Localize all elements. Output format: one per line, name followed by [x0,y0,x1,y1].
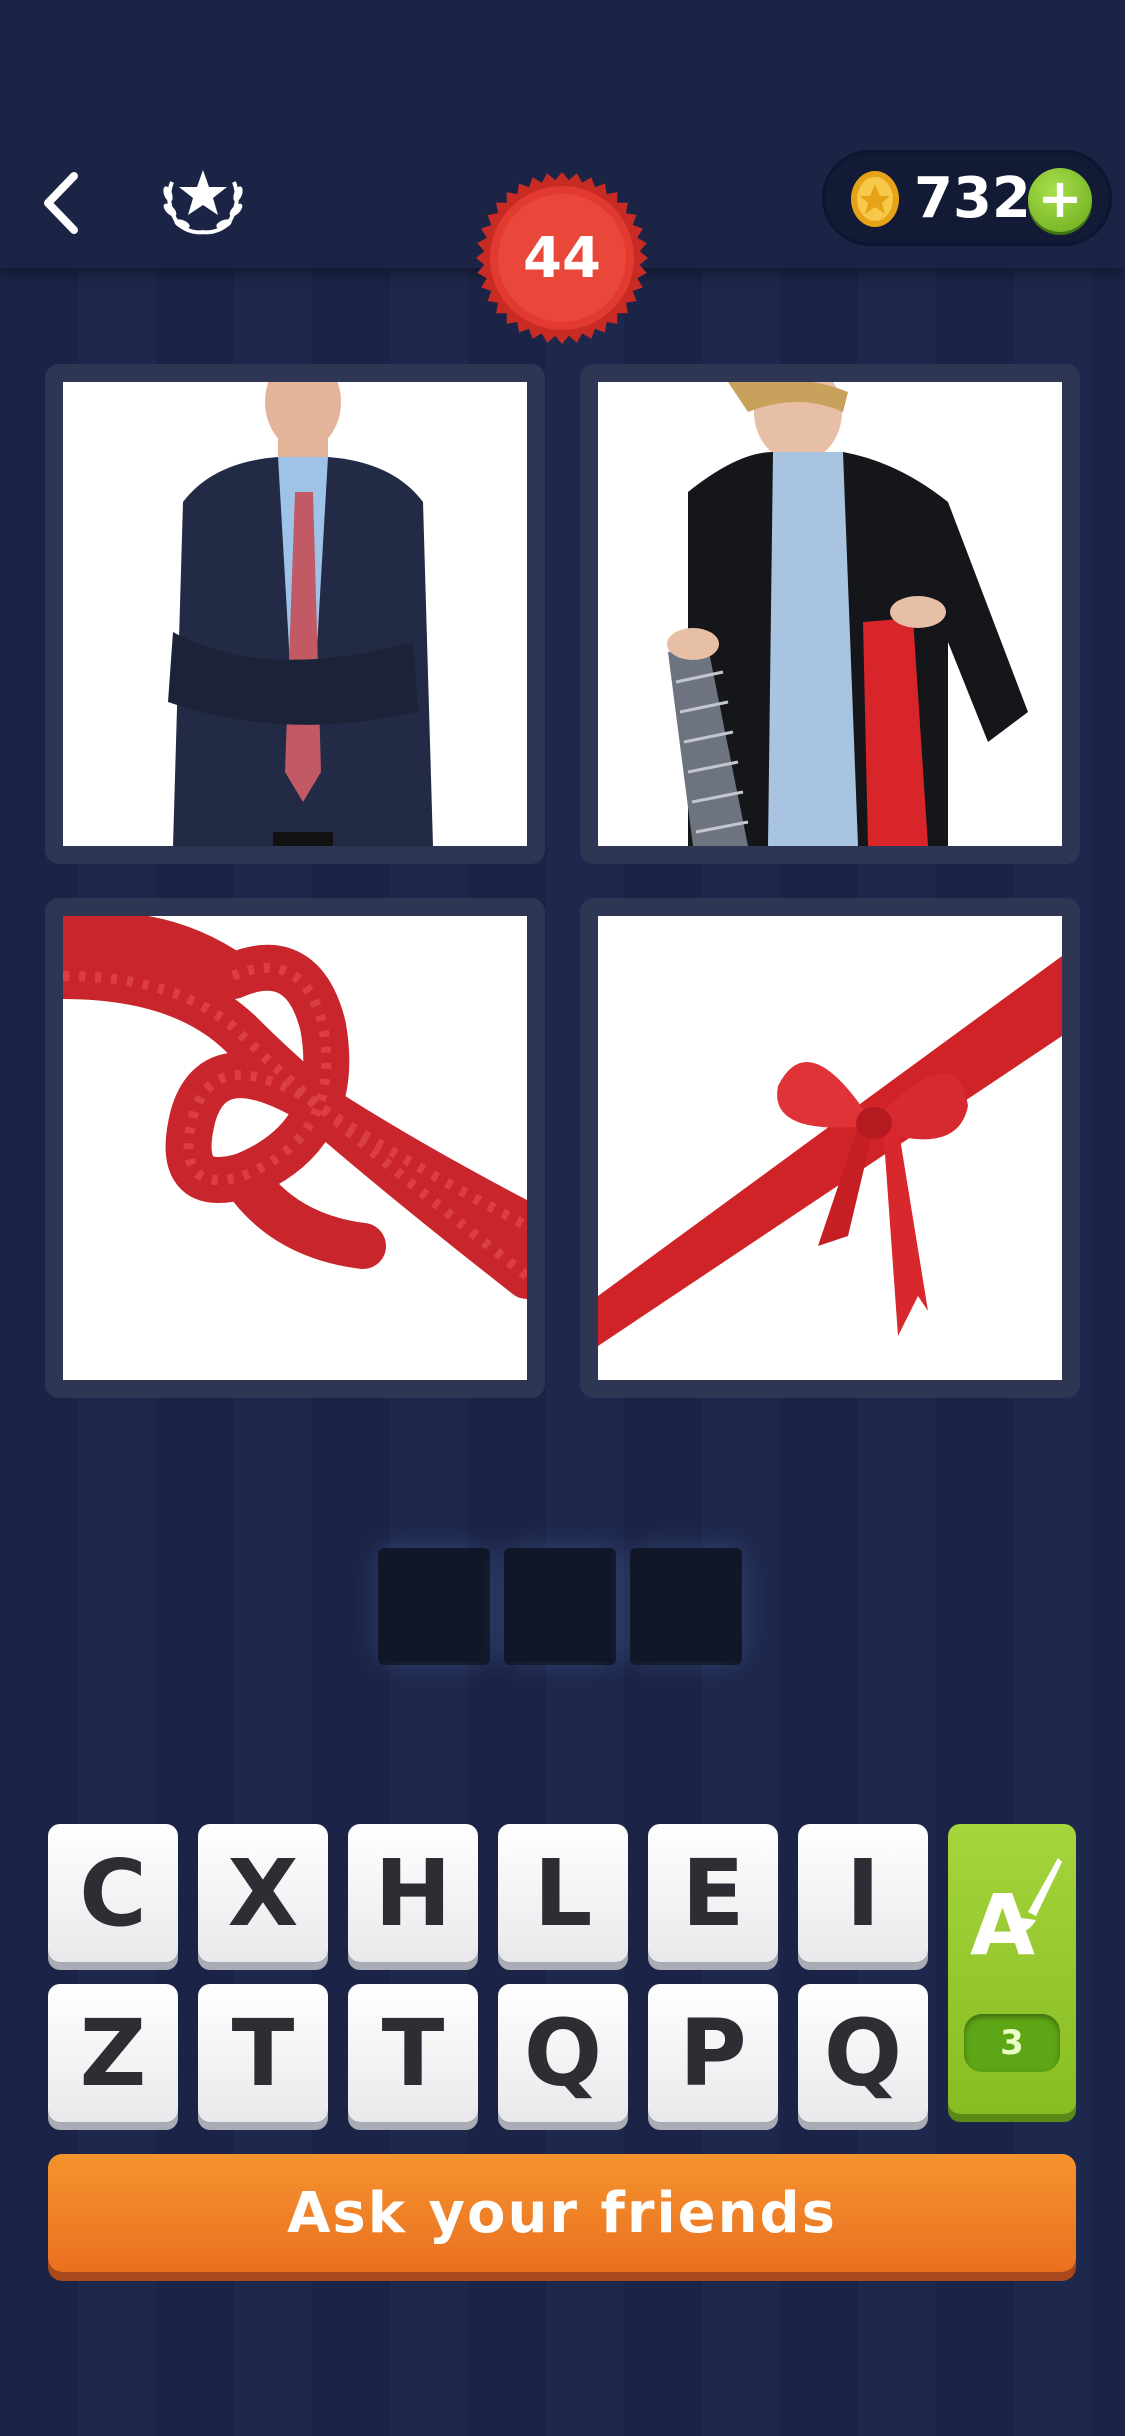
picture-1[interactable] [45,364,545,864]
chevron-left-icon [44,172,78,234]
coin-balance[interactable]: 732 + [822,150,1112,246]
answer-slot-3[interactable] [630,1548,742,1662]
picture-man-holding-ties [598,382,1062,846]
picture-man-in-suit [63,382,527,846]
answer-slot-2[interactable] [504,1548,616,1662]
letter-key[interactable]: H [348,1824,478,1962]
letter-key[interactable]: L [498,1824,628,1962]
letter-key[interactable]: P [648,1984,778,2122]
picture-2[interactable] [580,364,1080,864]
back-button[interactable] [36,168,92,238]
add-coins-button[interactable]: + [1028,168,1092,232]
letter-key[interactable]: T [348,1984,478,2122]
answer-slots [378,1548,748,1664]
level-badge: 44 [472,168,652,348]
letter-key[interactable]: E [648,1824,778,1962]
letter-key[interactable]: Q [498,1984,628,2122]
coin-count: 732 [914,166,1031,231]
letter-key[interactable]: X [198,1824,328,1962]
paint-brush-letter-icon: A [970,1858,1062,1964]
picture-4[interactable] [580,898,1080,1398]
achievements-button[interactable] [158,160,248,240]
level-number: 44 [523,225,601,291]
laurel-star-icon [163,170,243,235]
letter-key[interactable]: C [48,1824,178,1962]
picture-3[interactable] [45,898,545,1398]
letter-key[interactable]: I [798,1824,928,1962]
hint-button[interactable]: A 3 [948,1824,1076,2114]
ask-friends-button[interactable]: Ask your friends [48,2154,1076,2272]
letter-key[interactable]: Q [798,1984,928,2122]
answer-slot-1[interactable] [378,1548,490,1662]
letter-key[interactable]: Z [48,1984,178,2122]
hint-count: 3 [964,2014,1060,2072]
picture-rope-knot [63,916,527,1380]
letter-key[interactable]: T [198,1984,328,2122]
picture-ribbon-bow [598,916,1062,1380]
coin-icon [851,171,899,227]
